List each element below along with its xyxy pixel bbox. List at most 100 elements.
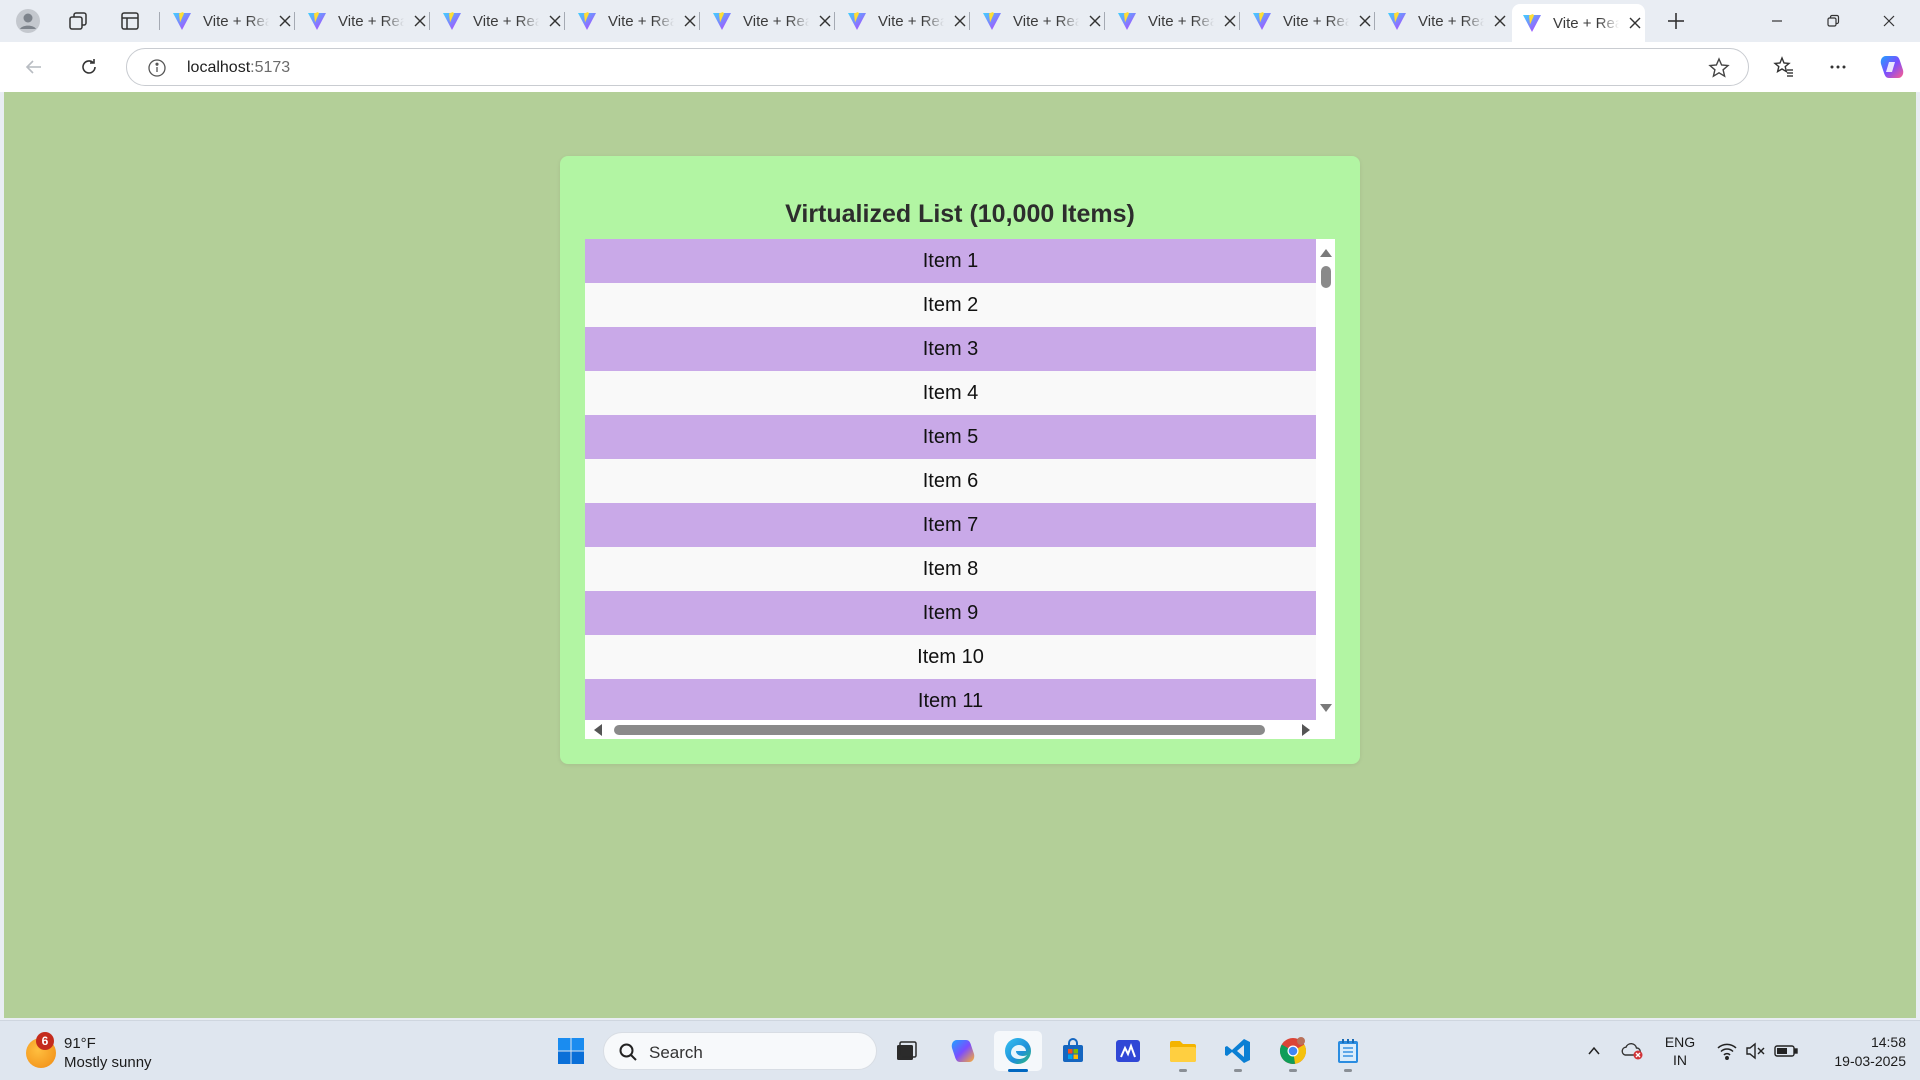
refresh-button[interactable] bbox=[71, 50, 107, 84]
edge-browser-icon[interactable] bbox=[994, 1031, 1042, 1072]
notification-badge: 6 bbox=[36, 1032, 54, 1050]
page-title: Virtualized List (10,000 Items) bbox=[785, 200, 1135, 228]
tab[interactable]: Vite + React bbox=[429, 4, 566, 38]
vertical-scrollbar[interactable] bbox=[1316, 239, 1335, 720]
tab[interactable]: Vite + React bbox=[1374, 4, 1511, 38]
vite-favicon-icon bbox=[1523, 14, 1541, 32]
vertical-tabs-icon[interactable] bbox=[110, 7, 150, 35]
list-item: Item 8 bbox=[585, 547, 1316, 591]
tab-separator bbox=[429, 12, 430, 30]
tab[interactable]: Vite + React bbox=[699, 4, 836, 38]
start-button[interactable] bbox=[547, 1031, 595, 1071]
clock-time: 14:58 bbox=[1870, 1034, 1906, 1050]
horizontal-scrollbar[interactable] bbox=[585, 720, 1316, 739]
back-button[interactable] bbox=[16, 50, 52, 84]
minimize-button[interactable] bbox=[1754, 0, 1800, 42]
language-indicator[interactable]: ENG IN bbox=[1660, 1033, 1700, 1069]
tab-title: Vite + React bbox=[338, 12, 404, 30]
close-tab-icon[interactable] bbox=[274, 10, 296, 32]
tab-title: Vite + React bbox=[1283, 12, 1349, 30]
show-hidden-icons-chevron-icon[interactable] bbox=[1580, 1035, 1608, 1067]
tab-title: Vite + React bbox=[1013, 12, 1079, 30]
list-item: Item 3 bbox=[585, 327, 1316, 371]
scroll-right-arrow-icon[interactable] bbox=[1302, 724, 1310, 736]
virtualized-list[interactable]: Item 1 Item 2 Item 3 Item 4 Item 5 Item 6 Item… bbox=[585, 239, 1335, 739]
more-options-icon[interactable] bbox=[1820, 50, 1856, 84]
list-item: Item 6 bbox=[585, 459, 1316, 503]
vite-favicon-icon bbox=[848, 12, 866, 30]
close-tab-icon[interactable] bbox=[814, 10, 836, 32]
restore-button[interactable] bbox=[1810, 0, 1856, 42]
scroll-down-arrow-icon[interactable] bbox=[1320, 704, 1332, 712]
tab[interactable]: Vite + React bbox=[159, 4, 296, 38]
tab-strip: Vite + React Vite + React Vite + React Vite… bbox=[0, 0, 1920, 42]
tab-title: Vite + React bbox=[878, 12, 944, 30]
list-card: Virtualized List (10,000 Items) Item 1 It… bbox=[560, 156, 1360, 764]
windows-taskbar: 6 91°F Mostly sunny Search ENG IN 14:58 … bbox=[0, 1020, 1920, 1080]
file-explorer-icon[interactable] bbox=[1159, 1031, 1207, 1072]
close-tab-icon[interactable] bbox=[1624, 12, 1646, 34]
close-tab-icon[interactable] bbox=[409, 10, 431, 32]
tab-separator bbox=[564, 12, 565, 30]
system-clock[interactable]: 14:58 19-03-2025 bbox=[1814, 1033, 1906, 1071]
tab[interactable]: Vite + React bbox=[564, 4, 701, 38]
close-window-button[interactable] bbox=[1866, 0, 1912, 42]
close-tab-icon[interactable] bbox=[949, 10, 971, 32]
list-item: Item 5 bbox=[585, 415, 1316, 459]
running-indicator bbox=[1344, 1069, 1352, 1072]
close-tab-icon[interactable] bbox=[1354, 10, 1376, 32]
vs-code-icon[interactable] bbox=[1214, 1031, 1262, 1072]
list-rows: Item 1 Item 2 Item 3 Item 4 Item 5 Item 6 Item… bbox=[585, 239, 1316, 720]
running-indicator bbox=[1234, 1069, 1242, 1072]
wifi-icon[interactable] bbox=[1714, 1035, 1740, 1067]
profile-icon[interactable] bbox=[8, 7, 48, 35]
close-tab-icon[interactable] bbox=[1084, 10, 1106, 32]
tab[interactable]: Vite + React bbox=[969, 4, 1106, 38]
tab-title: Vite + React bbox=[203, 12, 269, 30]
close-tab-icon[interactable] bbox=[1489, 10, 1511, 32]
page-viewport: Virtualized List (10,000 Items) Item 1 It… bbox=[4, 92, 1916, 1018]
new-tab-button[interactable] bbox=[1658, 6, 1694, 36]
scroll-up-arrow-icon[interactable] bbox=[1320, 249, 1332, 257]
weather-condition: Mostly sunny bbox=[64, 1054, 152, 1071]
tab-separator bbox=[1374, 12, 1375, 30]
search-icon bbox=[619, 1043, 637, 1061]
taskbar-search[interactable]: Search bbox=[603, 1032, 877, 1070]
url-text[interactable]: localhost:5173 bbox=[187, 59, 290, 77]
whiteboard-icon[interactable] bbox=[1104, 1031, 1152, 1071]
tab-separator bbox=[1104, 12, 1105, 30]
copilot-app-icon[interactable] bbox=[939, 1031, 987, 1071]
battery-icon[interactable] bbox=[1772, 1035, 1800, 1067]
favorite-star-icon[interactable] bbox=[1708, 57, 1730, 79]
tab-title: Vite + React bbox=[473, 12, 539, 30]
tab[interactable]: Vite + React bbox=[294, 4, 431, 38]
tab[interactable]: Vite + React bbox=[1239, 4, 1376, 38]
address-bar[interactable]: localhost:5173 bbox=[126, 48, 1749, 86]
tab-title: Vite + React bbox=[608, 12, 674, 30]
vertical-scroll-thumb[interactable] bbox=[1321, 266, 1331, 288]
tab-title: Vite + React bbox=[1148, 12, 1214, 30]
tab-active[interactable]: Vite + React bbox=[1512, 4, 1645, 42]
notepad-icon[interactable] bbox=[1324, 1031, 1372, 1072]
workspaces-icon[interactable] bbox=[58, 7, 98, 35]
close-tab-icon[interactable] bbox=[1219, 10, 1241, 32]
copilot-icon[interactable] bbox=[1874, 50, 1910, 84]
tab[interactable]: Vite + React bbox=[1104, 4, 1241, 38]
volume-muted-icon[interactable] bbox=[1742, 1035, 1768, 1067]
tab-title: Vite + React bbox=[1553, 14, 1619, 32]
tab-separator bbox=[834, 12, 835, 30]
favorites-icon[interactable] bbox=[1766, 50, 1802, 84]
tab-separator bbox=[969, 12, 970, 30]
weather-widget[interactable]: 6 91°F Mostly sunny bbox=[26, 1032, 152, 1073]
close-tab-icon[interactable] bbox=[544, 10, 566, 32]
task-view-icon[interactable] bbox=[882, 1031, 930, 1071]
active-indicator bbox=[1008, 1069, 1028, 1072]
scroll-left-arrow-icon[interactable] bbox=[594, 724, 602, 736]
horizontal-scroll-thumb[interactable] bbox=[614, 725, 1265, 735]
onedrive-status-icon[interactable] bbox=[1618, 1035, 1646, 1067]
site-info-icon[interactable] bbox=[147, 58, 167, 78]
close-tab-icon[interactable] bbox=[679, 10, 701, 32]
microsoft-store-icon[interactable] bbox=[1049, 1031, 1097, 1071]
chrome-icon[interactable] bbox=[1269, 1031, 1317, 1072]
tab[interactable]: Vite + React bbox=[834, 4, 971, 38]
